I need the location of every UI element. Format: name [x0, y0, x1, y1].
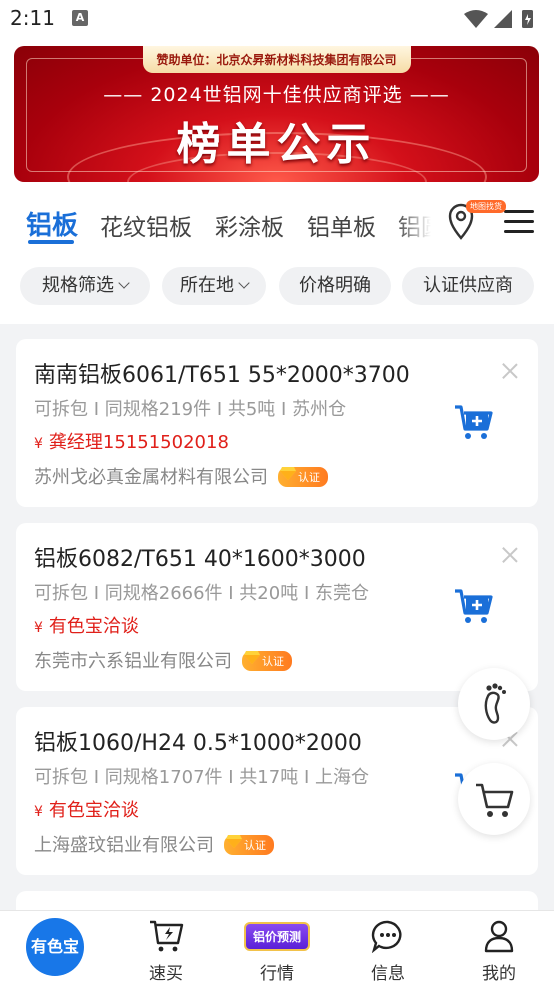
nav-profile[interactable]: 我的: [444, 911, 554, 984]
tab-pattern-plate[interactable]: 花纹铝板: [100, 208, 192, 242]
listing-card[interactable]: 铝板6082/T651 40*1600*3000 可拆包 I 同规格2666件 …: [16, 523, 538, 691]
listing-price: ¥ 龚经理15151502018: [34, 432, 229, 453]
map-search-badge: 地图找货: [466, 200, 506, 213]
listing-company[interactable]: 东莞市六系铝业有限公司 认证: [34, 647, 292, 673]
tab-coated-plate[interactable]: 彩涂板: [215, 208, 284, 242]
nav-label: 我的: [482, 964, 516, 984]
listing-company[interactable]: 上海盛玟铝业有限公司 认证: [34, 831, 274, 857]
nav-market[interactable]: 铝价预测 行情: [222, 911, 332, 984]
system-status-icons: [464, 10, 533, 28]
close-icon[interactable]: [502, 547, 518, 563]
listing-title: 南南铝板6061/T651 55*2000*3700: [34, 363, 410, 388]
listing-price: ¥ 有色宝洽谈: [34, 616, 139, 637]
active-tab-indicator: [28, 240, 74, 244]
quick-cart-icon: [150, 920, 184, 952]
certified-badge: 认证: [278, 467, 328, 487]
diamond-icon: [280, 467, 296, 480]
tab-aluminum-plate[interactable]: 铝板: [26, 205, 78, 242]
listing-title: 铝板6082/T651 40*1600*3000: [34, 547, 366, 572]
certified-badge: 认证: [242, 651, 292, 671]
signal-icon: [494, 10, 512, 28]
banner-sponsor: 赞助单位：北京众昇新材料科技集团有限公司: [142, 46, 411, 73]
diamond-icon: [226, 835, 242, 848]
listing-meta: 可拆包 I 同规格2666件 I 共20吨 I 东莞仓: [34, 583, 369, 604]
close-icon[interactable]: [502, 363, 518, 379]
menu-icon[interactable]: [504, 210, 534, 238]
certified-badge: 认证: [224, 835, 274, 855]
certified-supplier-filter[interactable]: 认证供应商: [402, 267, 534, 305]
listing-price: ¥ 有色宝洽谈: [34, 800, 139, 821]
status-bar: 2:11 A: [0, 0, 554, 38]
chevron-down-icon: [238, 277, 250, 289]
cart-button[interactable]: [458, 763, 530, 835]
add-to-cart-icon[interactable]: [454, 403, 494, 441]
footprint-icon: [484, 683, 506, 724]
add-to-cart-icon[interactable]: [454, 587, 494, 625]
nav-label: 信息: [371, 964, 405, 984]
promo-banner[interactable]: 赞助单位：北京众昇新材料科技集团有限公司 —— 2024世铝网十佳供应商评选 —…: [14, 46, 539, 182]
cart-icon: [476, 783, 514, 817]
footprint-history-button[interactable]: [458, 668, 530, 740]
listing-title: 铝板1060/H24 0.5*1000*2000: [34, 731, 362, 756]
listing-card[interactable]: 南南铝板6061/T651 55*2000*3700 可拆包 I 同规格219件…: [16, 339, 538, 507]
spec-filter-dropdown[interactable]: 规格筛选: [20, 267, 150, 305]
nav-label: 行情: [260, 964, 294, 984]
nav-info[interactable]: 信息: [333, 911, 443, 984]
listing-meta: 可拆包 I 同规格1707件 I 共17吨 I 上海仓: [34, 767, 369, 788]
price-prediction-badge: 铝价预测: [243, 922, 311, 951]
status-time: 2:11: [10, 6, 55, 30]
notification-icon: A: [72, 10, 88, 26]
price-clear-filter[interactable]: 价格明确: [279, 267, 391, 305]
chat-bubble-icon: [371, 920, 402, 953]
tab-single-plate[interactable]: 铝单板: [307, 208, 376, 242]
nav-home-logo[interactable]: 有色宝: [26, 918, 84, 976]
location-filter-dropdown[interactable]: 所在地: [162, 267, 266, 305]
user-icon: [484, 920, 514, 953]
banner-title: 榜单公示: [176, 119, 377, 170]
listing-company[interactable]: 苏州戈必真金属材料有限公司 认证: [34, 463, 328, 489]
diamond-icon: [244, 651, 260, 664]
nav-label: 速买: [149, 964, 183, 984]
nav-quick-buy[interactable]: 速买: [111, 911, 221, 984]
chevron-down-icon: [118, 277, 130, 289]
listing-meta: 可拆包 I 同规格219件 I 共5吨 I 苏州仓: [34, 399, 347, 420]
wifi-icon: [464, 10, 488, 28]
banner-subtitle: —— 2024世铝网十佳供应商评选 ——: [103, 84, 450, 106]
